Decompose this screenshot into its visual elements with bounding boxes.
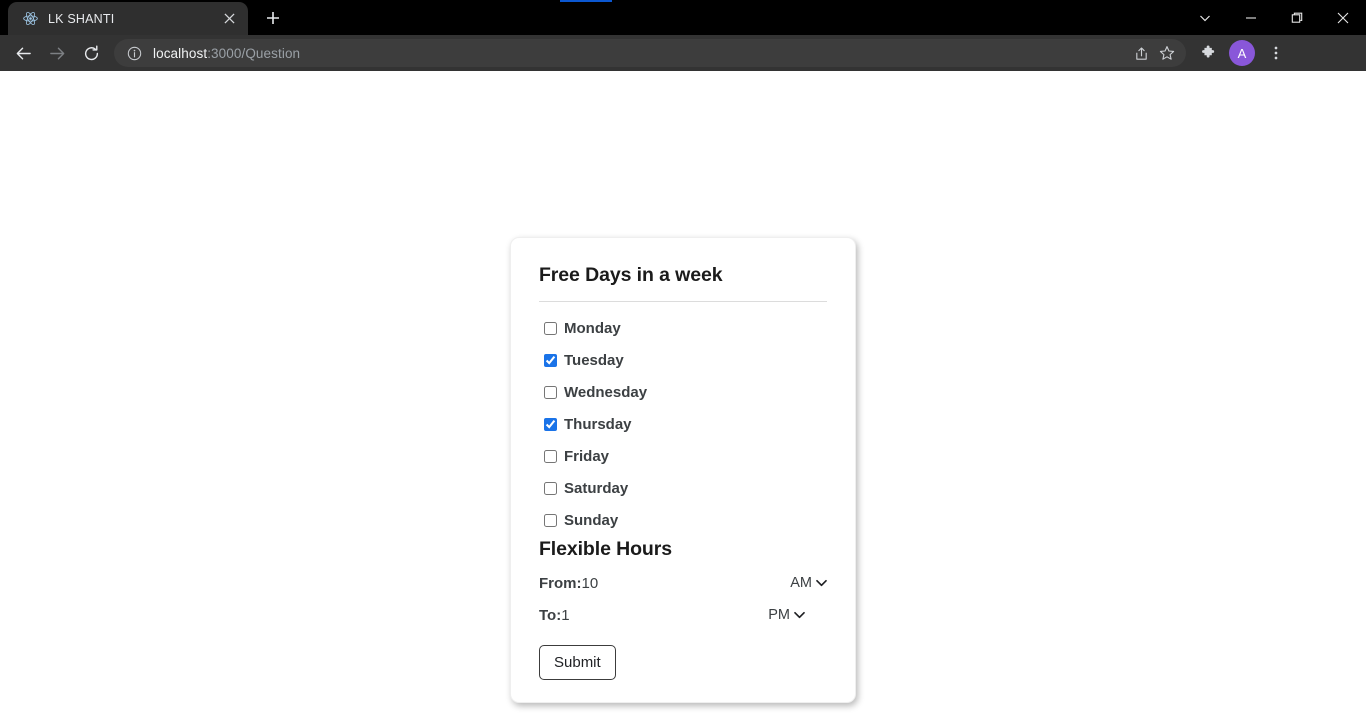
checkbox-label-wednesday[interactable]: Wednesday <box>564 384 647 401</box>
tab-strip: LK SHANTI <box>0 0 288 35</box>
reload-icon[interactable] <box>74 38 108 68</box>
browser-tab-title: LK SHANTI <box>48 11 115 26</box>
address-bar-path: :3000/Question <box>207 45 301 61</box>
from-value[interactable]: 10 <box>582 575 599 592</box>
tab-search-icon[interactable] <box>1182 0 1228 35</box>
checkbox-wednesday[interactable] <box>544 385 557 399</box>
info-circle-icon[interactable] <box>124 43 144 63</box>
to-label: To: <box>539 606 562 624</box>
checkbox-row-friday[interactable]: Friday <box>539 440 827 472</box>
window-accent-stripe <box>560 0 612 2</box>
address-bar[interactable]: localhost:3000/Question <box>114 39 1186 67</box>
checkbox-row-wednesday[interactable]: Wednesday <box>539 376 827 408</box>
to-meridiem-select[interactable]: PM <box>768 607 805 623</box>
checkbox-row-thursday[interactable]: Thursday <box>539 408 827 440</box>
free-days-checkbox-list: Monday Tuesday Wednesday Thursday Friday <box>539 312 827 536</box>
address-bar-url: localhost:3000/Question <box>153 46 300 61</box>
checkbox-label-monday[interactable]: Monday <box>564 320 621 337</box>
avatar-initial: A <box>1237 45 1247 61</box>
checkbox-saturday[interactable] <box>544 481 557 495</box>
checkbox-label-sunday[interactable]: Sunday <box>564 512 618 529</box>
chevron-down-icon <box>816 578 827 589</box>
checkbox-tuesday[interactable] <box>544 353 557 367</box>
checkbox-row-saturday[interactable]: Saturday <box>539 472 827 504</box>
browser-titlebar: LK SHANTI <box>0 0 1366 35</box>
star-icon[interactable] <box>1154 40 1180 66</box>
chevron-down-icon <box>794 610 805 621</box>
from-meridiem-select[interactable]: AM <box>790 575 827 591</box>
checkbox-row-monday[interactable]: Monday <box>539 312 827 344</box>
checkbox-row-tuesday[interactable]: Tuesday <box>539 344 827 376</box>
window-controls <box>1182 0 1366 35</box>
checkbox-sunday[interactable] <box>544 513 557 527</box>
share-icon[interactable] <box>1128 40 1154 66</box>
checkbox-label-saturday[interactable]: Saturday <box>564 480 628 497</box>
checkbox-thursday[interactable] <box>544 417 557 431</box>
address-bar-actions <box>1128 39 1180 67</box>
back-arrow-icon[interactable] <box>6 38 40 68</box>
free-days-heading: Free Days in a week <box>539 264 723 286</box>
new-tab-button[interactable] <box>258 3 288 33</box>
avatar[interactable]: A <box>1229 40 1255 66</box>
checkbox-row-sunday[interactable]: Sunday <box>539 504 827 536</box>
address-bar-host: localhost <box>153 45 208 61</box>
maximize-icon[interactable] <box>1274 0 1320 35</box>
checkbox-label-tuesday[interactable]: Tuesday <box>564 352 624 369</box>
heading-divider <box>539 301 827 302</box>
availability-form-card: Free Days in a week Monday Tuesday Wedne… <box>510 237 856 703</box>
checkbox-friday[interactable] <box>544 449 557 463</box>
checkbox-label-thursday[interactable]: Thursday <box>564 416 632 433</box>
checkbox-monday[interactable] <box>544 321 557 335</box>
from-time-row: From: 10 AM <box>539 567 827 599</box>
submit-button[interactable]: Submit <box>539 645 616 680</box>
to-meridiem-value: PM <box>768 607 790 623</box>
tab-close-icon[interactable] <box>218 8 240 30</box>
page-viewport: Free Days in a week Monday Tuesday Wedne… <box>0 71 1366 715</box>
checkbox-label-friday[interactable]: Friday <box>564 448 609 465</box>
flexible-hours-heading: Flexible Hours <box>539 538 672 560</box>
browser-window: LK SHANTI localhost:3000/Question A Free… <box>0 0 1366 715</box>
from-meridiem-value: AM <box>790 575 812 591</box>
minimize-icon[interactable] <box>1228 0 1274 35</box>
toolbar-right-actions: A <box>1192 38 1292 68</box>
puzzle-icon[interactable] <box>1192 38 1224 68</box>
browser-toolbar: localhost:3000/Question A <box>0 35 1366 71</box>
to-value[interactable]: 1 <box>561 607 569 624</box>
to-time-row: To: 1 PM <box>539 599 827 631</box>
browser-tab-active[interactable]: LK SHANTI <box>8 2 248 35</box>
window-close-icon[interactable] <box>1320 0 1366 35</box>
from-label: From: <box>539 574 582 592</box>
react-logo-icon <box>22 10 39 27</box>
forward-arrow-icon[interactable] <box>40 38 74 68</box>
three-dot-menu-icon[interactable] <box>1260 38 1292 68</box>
